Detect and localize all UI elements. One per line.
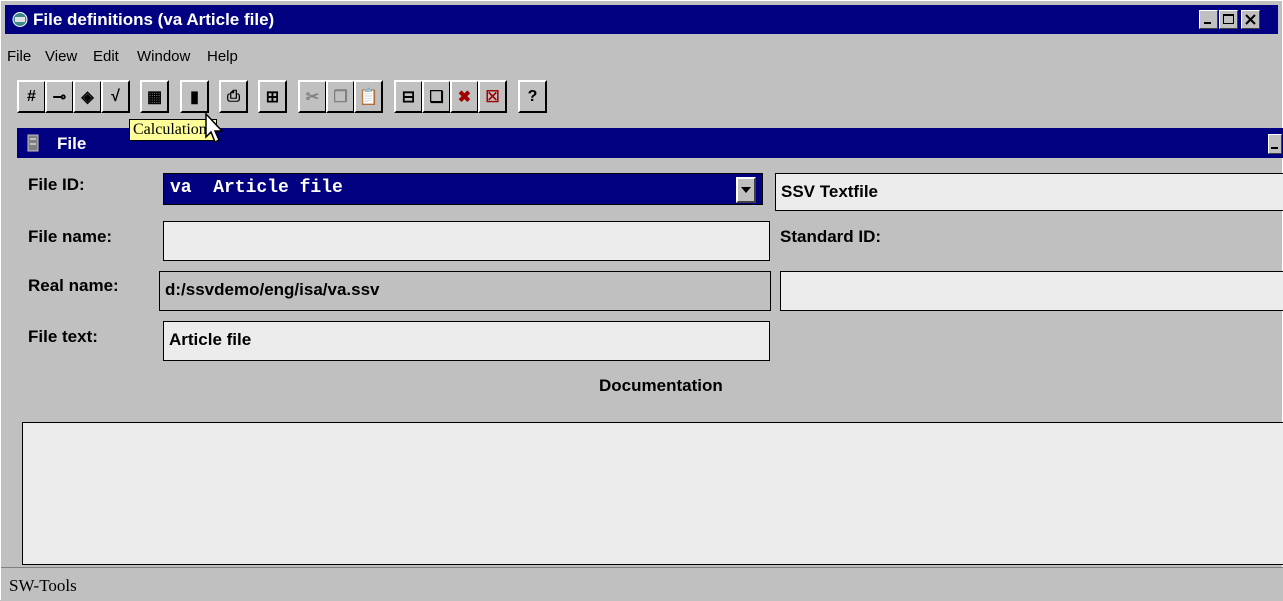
real-name-label: Real name: xyxy=(28,276,119,295)
hash-button[interactable]: # xyxy=(17,80,46,113)
file-type-field[interactable]: SSV Textfile xyxy=(775,173,1283,211)
maximize-icon xyxy=(1223,14,1234,24)
window-title: File definitions (va Article file) xyxy=(33,10,275,29)
check-button[interactable]: √ xyxy=(101,80,130,113)
key-icon: ⊸ xyxy=(52,88,67,106)
status-text: SW-Tools xyxy=(9,576,77,595)
toolbar: # ⊸ ◈ √ ▦ ▮ ⎙ ⊞ ✂ ❐ 📋 ⊟ ❏ ✖ ☒ ? xyxy=(5,78,1278,118)
menu-bar: File View Edit Window Help xyxy=(5,45,1278,69)
cut-icon: ✂ xyxy=(305,88,320,106)
menu-view[interactable]: View xyxy=(45,48,77,65)
close-windows-button[interactable]: ✖ xyxy=(450,80,479,113)
standard-id-label: Standard ID: xyxy=(780,227,882,246)
tooltip: Calculations xyxy=(129,119,217,141)
file-text-label: File text: xyxy=(28,327,98,346)
paste-button[interactable]: 📋 xyxy=(354,80,383,113)
tree-icon: ⊞ xyxy=(265,88,280,106)
minimize-icon xyxy=(1204,22,1211,24)
diamond-icon: ◈ xyxy=(81,88,94,106)
file-name-field[interactable] xyxy=(163,221,770,261)
menu-help[interactable]: Help xyxy=(207,48,238,65)
cut-button[interactable]: ✂ xyxy=(298,80,327,113)
mouse-cursor-icon xyxy=(205,113,224,144)
help-button[interactable]: ? xyxy=(518,80,547,113)
standard-id-field[interactable] xyxy=(780,271,1283,311)
file-icon xyxy=(27,134,39,152)
hash-icon: # xyxy=(27,87,36,105)
print-button[interactable]: ⎙ xyxy=(219,80,248,113)
file-id-value: va Article file xyxy=(170,178,343,198)
main-window: File definitions (va Article file) File … xyxy=(0,0,1283,601)
copy-icon: ❐ xyxy=(333,88,348,106)
minimize-icon xyxy=(1271,147,1278,149)
close-all-icon: ☒ xyxy=(485,88,500,106)
real-name-field[interactable]: d:/ssvdemo/eng/isa/va.ssv xyxy=(159,271,771,311)
chevron-down-icon xyxy=(741,187,751,193)
cascade-button[interactable]: ❏ xyxy=(422,80,451,113)
tree-button[interactable]: ⊞ xyxy=(258,80,287,113)
close-icon xyxy=(1245,14,1256,25)
minimize-button[interactable] xyxy=(1199,10,1218,29)
title-bar: File definitions (va Article file) xyxy=(5,5,1278,34)
file-id-label: File ID: xyxy=(28,175,85,194)
menu-edit[interactable]: Edit xyxy=(93,48,119,65)
child-minimize-button[interactable] xyxy=(1268,134,1282,154)
copy-button[interactable]: ❐ xyxy=(326,80,355,113)
printer-icon: ⎙ xyxy=(227,87,240,105)
tile-button[interactable]: ⊟ xyxy=(394,80,423,113)
calculations-button[interactable]: ▦ xyxy=(140,80,169,113)
calculator-icon: ▦ xyxy=(146,88,163,106)
diamond-button[interactable]: ◈ xyxy=(73,80,102,113)
delete-button[interactable]: ▮ xyxy=(180,80,209,113)
child-window-title: File xyxy=(57,134,87,153)
key-button[interactable]: ⊸ xyxy=(45,80,74,113)
menu-window[interactable]: Window xyxy=(137,48,190,65)
close-all-button[interactable]: ☒ xyxy=(478,80,507,113)
close-windows-icon: ✖ xyxy=(457,88,472,106)
status-bar: SW-Tools xyxy=(1,567,1283,601)
documentation-label: Documentation xyxy=(599,376,723,395)
help-icon: ? xyxy=(527,87,538,105)
cascade-icon: ❏ xyxy=(429,88,444,106)
file-name-label: File name: xyxy=(28,227,113,246)
file-id-dropdown-button[interactable] xyxy=(736,177,756,203)
paste-icon: 📋 xyxy=(358,88,379,106)
check-icon: √ xyxy=(111,87,120,105)
maximize-button[interactable] xyxy=(1219,10,1238,29)
documentation-textarea[interactable] xyxy=(22,422,1283,565)
tile-icon: ⊟ xyxy=(401,88,416,106)
file-id-select[interactable]: va Article file xyxy=(163,173,763,205)
trash-icon: ▮ xyxy=(190,88,199,106)
menu-file[interactable]: File xyxy=(7,48,31,65)
file-text-field[interactable]: Article file xyxy=(163,321,770,361)
close-button[interactable] xyxy=(1241,10,1260,29)
app-icon xyxy=(12,12,28,27)
